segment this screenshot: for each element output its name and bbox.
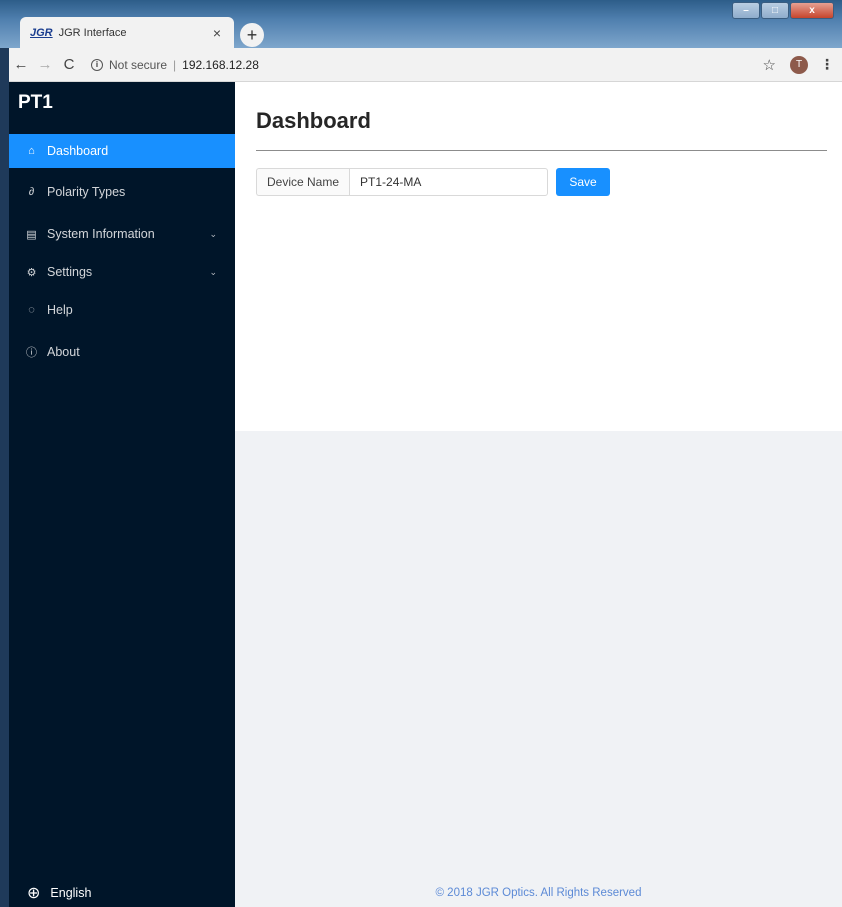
sidebar-item-label: Help	[47, 303, 73, 317]
tab-title: JGR Interface	[58, 26, 127, 39]
url-separator: |	[173, 57, 177, 72]
sidebar: PT1 ⌂ Dashboard ∂ Polarity Types ▤ Syste…	[9, 82, 235, 907]
sidebar-item-about[interactable]: ⓘ About	[9, 335, 235, 369]
device-name-label: Device Name	[256, 168, 350, 196]
browser-menu-icon[interactable]: ⋮	[820, 56, 834, 73]
sidebar-item-polarity-types[interactable]: ∂ Polarity Types	[9, 175, 235, 209]
back-button[interactable]: ←	[9, 56, 33, 73]
sidebar-item-label: Polarity Types	[47, 185, 126, 199]
info-icon[interactable]: i	[91, 58, 103, 71]
security-status: Not secure	[109, 57, 168, 72]
link-icon: ∂	[28, 186, 35, 198]
chevron-down-icon: ⌄	[209, 266, 217, 277]
sidebar-item-label: Settings	[47, 265, 93, 279]
home-icon: ⌂	[28, 145, 35, 157]
reload-button[interactable]: C	[57, 56, 81, 73]
sidebar-item-dashboard[interactable]: ⌂ Dashboard	[9, 134, 235, 168]
device-name-row: Device Name Save	[256, 168, 611, 196]
sidebar-item-settings[interactable]: ⚙ Settings ⌄	[9, 255, 235, 289]
sidebar-item-label: About	[47, 345, 80, 359]
save-button[interactable]: Save	[556, 168, 611, 196]
app-root: PT1 ⌂ Dashboard ∂ Polarity Types ▤ Syste…	[9, 82, 842, 907]
bookmark-star-icon[interactable]: ☆	[763, 56, 776, 74]
page-title: Dashboard	[256, 108, 371, 133]
sidebar-item-label: System Information	[47, 227, 155, 241]
browser-tab[interactable]: JGR JGR Interface ×	[20, 17, 234, 48]
info-circle-icon: ⓘ	[26, 347, 37, 359]
url-text[interactable]: 192.168.12.28	[182, 58, 259, 72]
close-window-button[interactable]: x	[790, 2, 834, 19]
title-divider	[256, 150, 827, 151]
jgr-logo-icon: JGR	[30, 26, 53, 39]
message-icon: ◌	[28, 304, 35, 316]
language-selector[interactable]: ⊕ English	[9, 879, 235, 907]
brand-title: PT1	[18, 92, 53, 113]
footer-copyright: © 2018 JGR Optics. All Rights Reserved	[435, 887, 642, 899]
language-label: English	[50, 886, 92, 900]
forward-button[interactable]: →	[33, 56, 57, 73]
url-omnibox[interactable]: i Not secure | 192.168.12.28	[91, 58, 763, 72]
main-area: Dashboard Device Name Save © 2018 JGR Op…	[235, 82, 842, 907]
sidebar-item-help[interactable]: ◌ Help	[9, 293, 235, 327]
document-icon: ▤	[26, 228, 37, 241]
window-titlebar: JGR JGR Interface × + – □ x	[0, 0, 842, 48]
new-tab-button[interactable]: +	[240, 23, 264, 47]
sidebar-item-system-information[interactable]: ▤ System Information ⌄	[9, 217, 235, 251]
address-bar: ← → C i Not secure | 192.168.12.28 ☆ T ⋮	[9, 48, 842, 82]
minimize-button[interactable]: –	[732, 2, 760, 19]
device-name-input[interactable]	[349, 168, 549, 196]
content-panel: Dashboard Device Name Save	[235, 82, 842, 431]
chevron-down-icon: ⌄	[209, 228, 217, 239]
window-controls: – □ x	[732, 2, 834, 19]
profile-avatar[interactable]: T	[790, 55, 808, 74]
close-tab-icon[interactable]: ×	[210, 25, 224, 41]
globe-icon: ⊕	[27, 885, 41, 902]
gear-icon: ⚙	[26, 266, 37, 279]
sidebar-item-label: Dashboard	[47, 144, 109, 158]
maximize-button[interactable]: □	[761, 2, 789, 19]
